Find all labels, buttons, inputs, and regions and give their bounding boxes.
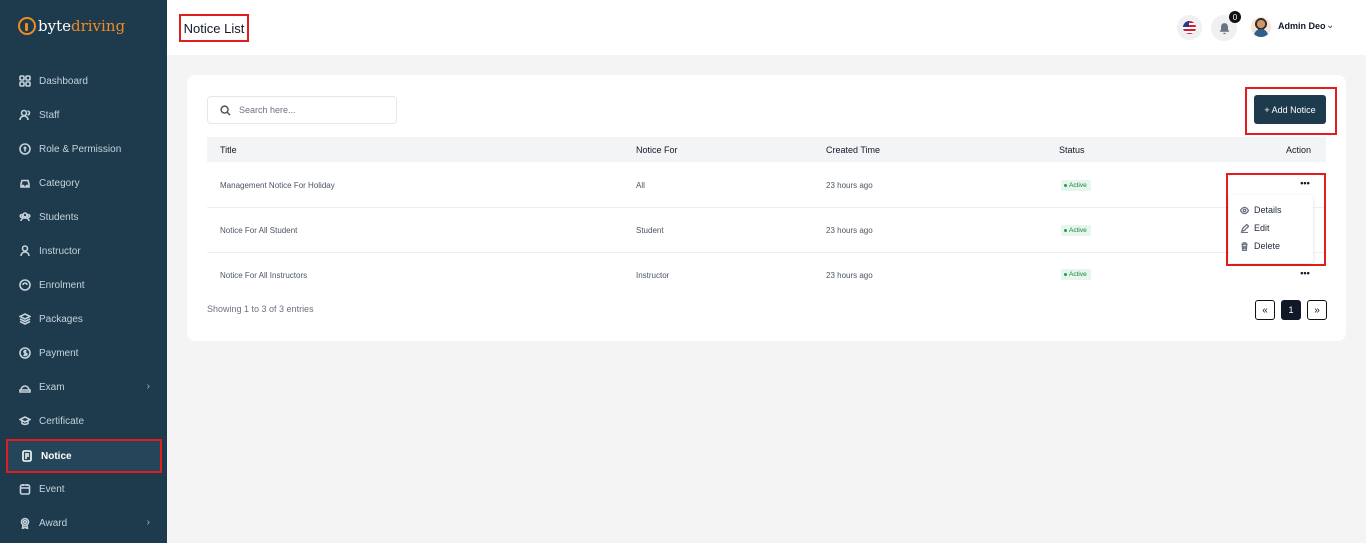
column-header-status: Status [1059, 145, 1085, 155]
language-selector[interactable] [1177, 15, 1202, 40]
sidebar-item-exam[interactable]: Exam › [6, 370, 162, 404]
row-notice-for: All [636, 181, 645, 190]
grid-icon [19, 75, 31, 87]
status-badge: Active [1061, 180, 1091, 191]
sidebar-item-label: Payment [39, 347, 79, 359]
sidebar-item-staff[interactable]: Staff [6, 98, 162, 132]
sidebar-item-role-permission[interactable]: Role & Permission [6, 132, 162, 166]
user-icon [19, 245, 31, 257]
exam-icon [19, 381, 31, 393]
menu-item-delete[interactable]: Delete [1240, 241, 1280, 251]
row-created-time: 23 hours ago [826, 226, 873, 235]
row-divider [207, 252, 1326, 253]
row-title: Notice For All Student [220, 226, 298, 235]
sidebar-item-label: Certificate [39, 415, 85, 427]
sidebar-item-enrolment[interactable]: Enrolment [6, 268, 162, 302]
notification-badge: 0 [1229, 11, 1241, 23]
sidebar-item-label: Role & Permission [39, 143, 122, 155]
sidebar-item-label: Event [39, 483, 65, 495]
brand-name: bytedriving [38, 17, 126, 35]
add-notice-button[interactable]: + Add Notice [1254, 95, 1326, 124]
pagination-next-button[interactable]: » [1307, 300, 1327, 320]
column-header-notice-for: Notice For [636, 145, 678, 155]
row-notice-for: Instructor [636, 271, 670, 280]
users-icon [19, 109, 31, 121]
status-dot [1064, 273, 1067, 276]
sidebar-item-label: Notice [41, 450, 72, 462]
row-notice-for: Student [636, 226, 664, 235]
column-header-created-time: Created Time [826, 145, 881, 155]
sidebar-item-label: Packages [39, 313, 83, 325]
sidebar-item-label: Instructor [39, 245, 81, 257]
calendar-icon [19, 483, 31, 495]
sidebar-item-label: Category [39, 177, 80, 189]
more-actions-button[interactable]: ••• [1298, 269, 1312, 281]
menu-item-edit[interactable]: Edit [1240, 223, 1270, 233]
row-divider [207, 207, 1326, 208]
group-icon [19, 211, 31, 223]
sidebar-item-label: Students [39, 211, 79, 223]
avatar[interactable] [1251, 17, 1271, 37]
row-created-time: 23 hours ago [826, 181, 873, 190]
trash-icon [1241, 241, 1248, 251]
sidebar-item-instructor[interactable]: Instructor [6, 234, 162, 268]
menu-item-label: Edit [1254, 223, 1270, 233]
edit-icon [1240, 223, 1249, 233]
chevron-right-icon: › [146, 517, 150, 528]
clipboard-icon [19, 279, 31, 291]
brand-logo[interactable]: bytedriving [18, 14, 125, 38]
sidebar-item-label: Exam [39, 381, 65, 393]
chevron-down-icon[interactable]: ⌄ [1326, 20, 1334, 31]
notice-icon [21, 450, 33, 462]
sidebar-item-category[interactable]: Category [6, 166, 162, 200]
search-box[interactable] [207, 96, 397, 124]
sidebar-item-packages[interactable]: Packages [6, 302, 162, 336]
status-dot [1064, 229, 1067, 232]
bell-icon [1219, 22, 1229, 34]
pagination-prev-button[interactable]: « [1255, 300, 1275, 320]
sidebar-item-label: Dashboard [39, 75, 88, 87]
us-flag-icon [1183, 21, 1196, 34]
sidebar-item-students[interactable]: Students [6, 200, 162, 234]
award-icon [19, 517, 31, 529]
page-title: Notice List [179, 14, 249, 42]
status-badge: Active [1061, 269, 1091, 280]
status-dot [1064, 184, 1067, 187]
pagination-page-1[interactable]: 1 [1281, 300, 1301, 320]
search-icon [220, 104, 231, 116]
row-title: Management Notice For Holiday [220, 181, 335, 190]
dollar-icon [19, 347, 31, 359]
sidebar-item-dashboard[interactable]: Dashboard [6, 64, 162, 98]
sidebar-item-certificate[interactable]: Certificate [6, 404, 162, 438]
search-input[interactable] [239, 105, 379, 115]
entries-info: Showing 1 to 3 of 3 entries [207, 304, 314, 314]
menu-item-label: Delete [1254, 241, 1281, 251]
column-header-action: Action [1286, 145, 1312, 155]
sidebar-item-label: Staff [39, 109, 60, 121]
steering-wheel-icon [18, 17, 36, 35]
menu-item-details[interactable]: Details [1240, 205, 1282, 215]
sidebar-item-label: Award [39, 517, 68, 529]
layers-icon [19, 313, 31, 325]
eye-icon [1240, 206, 1249, 214]
row-title: Notice For All Instructors [220, 271, 308, 280]
menu-item-label: Details [1254, 205, 1282, 215]
sidebar-item-notice[interactable]: Notice [6, 439, 162, 473]
sidebar-item-event[interactable]: Event [6, 472, 162, 506]
shield-icon [19, 143, 31, 155]
status-badge: Active [1061, 225, 1091, 236]
sidebar-item-payment[interactable]: Payment [6, 336, 162, 370]
row-created-time: 23 hours ago [826, 271, 873, 280]
table-header [207, 137, 1326, 162]
sidebar-item-award[interactable]: Award › [6, 506, 162, 540]
car-icon [19, 177, 31, 189]
cap-icon [19, 415, 31, 427]
user-name[interactable]: Admin Deo [1278, 21, 1326, 31]
column-header-title: Title [220, 145, 237, 155]
chevron-right-icon: › [146, 381, 150, 392]
sidebar-item-label: Enrolment [39, 279, 85, 291]
